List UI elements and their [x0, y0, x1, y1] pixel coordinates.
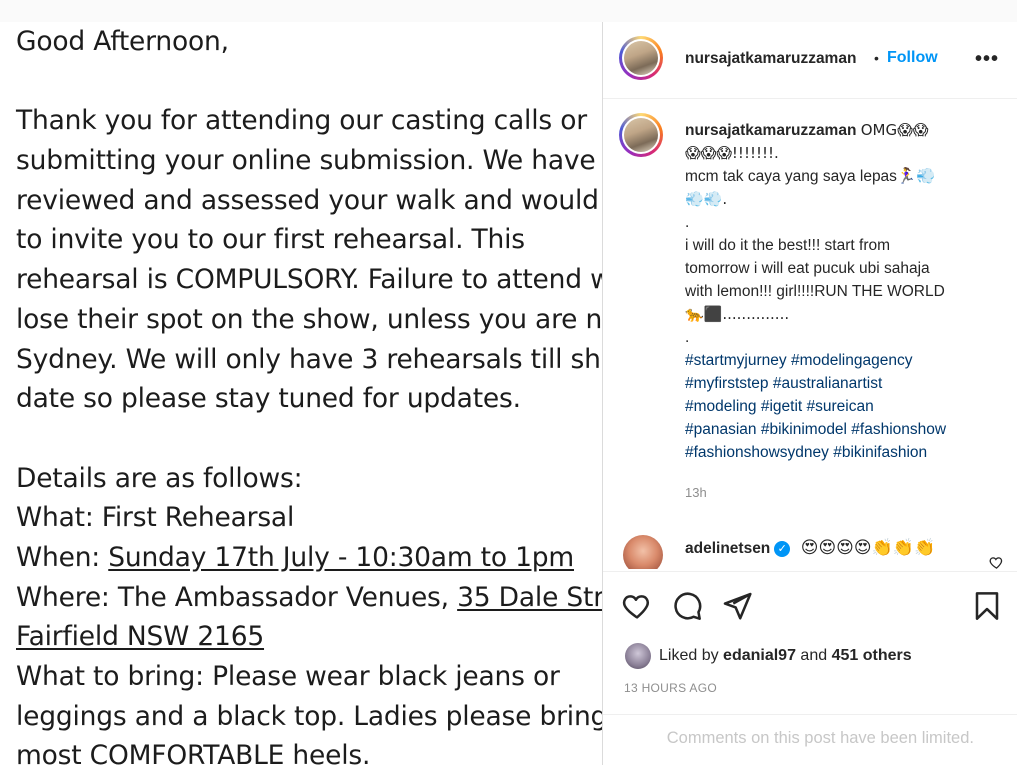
header-separator: •: [874, 50, 879, 66]
caption-text: .: [685, 329, 690, 346]
likes-prefix: Liked by: [659, 647, 724, 664]
where-value-2: Fairfield NSW 2165: [16, 621, 265, 653]
letter-when: When: Sunday 17th July - 10:30am to 1pm: [16, 538, 602, 578]
caption-text: 💨💨.: [685, 190, 728, 208]
letter-line: Thank you for attending our casting call…: [16, 105, 587, 137]
follow-button[interactable]: Follow: [887, 49, 938, 67]
post-date[interactable]: 13 HOURS AGO: [624, 681, 717, 695]
letter-line: submitting your online submission. We ha…: [16, 145, 596, 177]
liker-username[interactable]: edanial97: [723, 647, 796, 664]
letter-line: rehearsal is COMPULSORY. Failure to atte…: [16, 264, 602, 296]
liker-avatar[interactable]: [625, 643, 651, 669]
more-options-icon[interactable]: •••: [975, 48, 999, 71]
caption-text: 😱😱😱!!!!!!!.: [685, 144, 779, 162]
post-sidebar: nursajatkamaruzzaman • Follow ••• nursaj…: [602, 22, 1017, 765]
letter-line: date so please stay tuned for updates.: [16, 383, 521, 415]
commenter-username[interactable]: adelinetsen: [685, 540, 770, 557]
letter-line: to invite you to our first rehearsal. Th…: [16, 224, 525, 256]
caption-text: i will do it the best!!! start from: [685, 237, 891, 254]
comment-text: 😍😍😍😍👏👏👏: [800, 538, 936, 558]
caption-text: mcm tak caya yang saya lepas🏃‍♀️💨: [685, 168, 936, 185]
hashtag-line[interactable]: #modeling #igetit #sureican: [685, 395, 1005, 418]
where-label: Where: The Ambassador Venues,: [16, 581, 458, 613]
comments-limited-notice: Comments on this post have been limited.: [666, 729, 974, 747]
comments-scroll-area[interactable]: nursajatkamaruzzaman OMG😱😱 😱😱😱!!!!!!!. m…: [603, 99, 1017, 569]
commenter-avatar[interactable]: [623, 535, 663, 569]
caption-text: OMG😱😱: [860, 121, 929, 139]
post-image[interactable]: Good Afternoon, Thank you for attending …: [0, 22, 602, 765]
letter-line: Details are as follows:: [16, 462, 303, 494]
letter-where: Where: The Ambassador Venues, 35 Dale St…: [16, 578, 602, 618]
letter-line: lose their spot on the show, unless you …: [16, 303, 602, 335]
letter-line: most COMFORTABLE heels.: [16, 740, 371, 765]
heart-icon[interactable]: [621, 590, 653, 622]
post-image-text: Good Afternoon, Thank you for attending …: [16, 22, 602, 765]
when-label: When:: [16, 541, 109, 573]
verified-badge-icon: ✓: [774, 540, 791, 557]
when-value: Sunday 17th July - 10:30am to 1pm: [108, 541, 574, 573]
letter-where-2: Fairfield NSW 2165: [16, 617, 602, 657]
likes-summary: Liked by edanial97 and 451 others: [625, 641, 1005, 671]
comment-box: Comments on this post have been limited.: [603, 714, 1017, 766]
hashtag-line[interactable]: #myfirststep #australianartist: [685, 372, 1005, 395]
browser-top-strip: [0, 0, 1017, 23]
caption-text: with lemon!!! girl!!!!RUN THE WORLD: [685, 283, 945, 300]
letter-line: [16, 62, 602, 102]
caption-text: tomorrow i will eat pucuk ubi sahaja: [685, 260, 930, 277]
hashtag-line[interactable]: #panasian #bikinimodel #fashionshow: [685, 418, 1005, 441]
author-username[interactable]: nursajatkamaruzzaman: [685, 50, 856, 68]
post-caption: nursajatkamaruzzaman OMG😱😱 😱😱😱!!!!!!!. m…: [685, 119, 1005, 464]
bookmark-icon[interactable]: [971, 590, 1003, 622]
letter-line: reviewed and assessed your walk and woul…: [16, 184, 602, 216]
caption-avatar[interactable]: [619, 113, 663, 157]
letter-line: Sydney. We will only have 3 rehearsals t…: [16, 343, 602, 375]
share-icon[interactable]: [721, 590, 753, 622]
comment-icon[interactable]: [671, 590, 703, 622]
caption-text: .: [685, 214, 690, 231]
post-actions-bar: [603, 571, 1017, 632]
caption-timestamp[interactable]: 13h: [685, 485, 707, 500]
letter-line: What: First Rehearsal: [16, 502, 295, 534]
comment-item: adelinetsen ✓ 😍😍😍😍👏👏👏: [603, 535, 1017, 569]
author-avatar[interactable]: [619, 36, 663, 80]
comment-like-icon[interactable]: [989, 555, 1004, 569]
letter-line: leggings and a black top. Ladies please …: [16, 700, 602, 732]
letter-line: What to bring: Please wear black jeans o…: [16, 661, 560, 692]
caption-username[interactable]: nursajatkamaruzzaman: [685, 122, 856, 139]
where-value: 35 Dale Stre: [457, 581, 602, 613]
caption-text: 🐆⬛..............: [685, 305, 790, 323]
hashtag-line[interactable]: #startmyjurney #modelingagency: [685, 349, 1005, 372]
post-header: nursajatkamaruzzaman • Follow •••: [603, 22, 1017, 99]
letter-line: [16, 419, 602, 459]
likes-middle: and: [795, 647, 832, 664]
hashtag-line[interactable]: #fashionshowsydney #bikinifashion: [685, 441, 1005, 464]
letter-line: Good Afternoon,: [16, 26, 229, 57]
likes-count[interactable]: 451 others: [832, 647, 912, 664]
